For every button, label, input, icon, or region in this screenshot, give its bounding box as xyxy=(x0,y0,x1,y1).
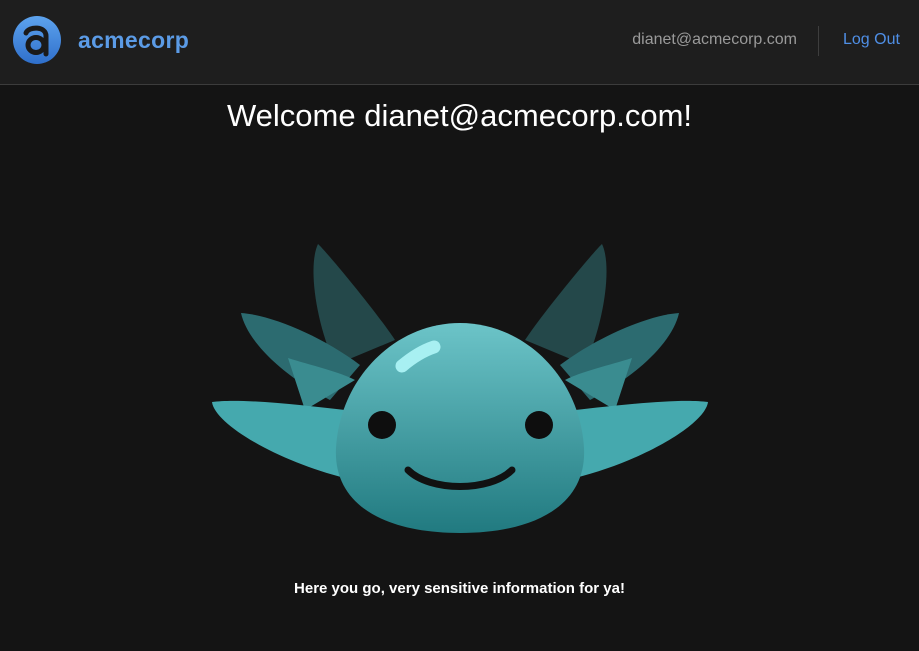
top-navbar: acmecorp dianet@acmecorp.com Log Out xyxy=(0,0,919,85)
welcome-heading: Welcome dianet@acmecorp.com! xyxy=(226,98,693,133)
sensitive-info-message: Here you go, very sensitive information … xyxy=(294,580,625,597)
gill-front-left xyxy=(212,400,345,478)
user-email: dianet@acmecorp.com xyxy=(632,31,797,48)
axolotl-mascot-image xyxy=(212,244,708,533)
gill-front-right xyxy=(575,400,708,478)
logout-link[interactable]: Log Out xyxy=(843,30,900,50)
brand-name[interactable]: acmecorp xyxy=(78,25,189,55)
right-eye xyxy=(525,411,553,439)
nav-divider xyxy=(818,26,819,56)
acmecorp-logo-icon[interactable] xyxy=(13,16,61,64)
left-eye xyxy=(368,411,396,439)
